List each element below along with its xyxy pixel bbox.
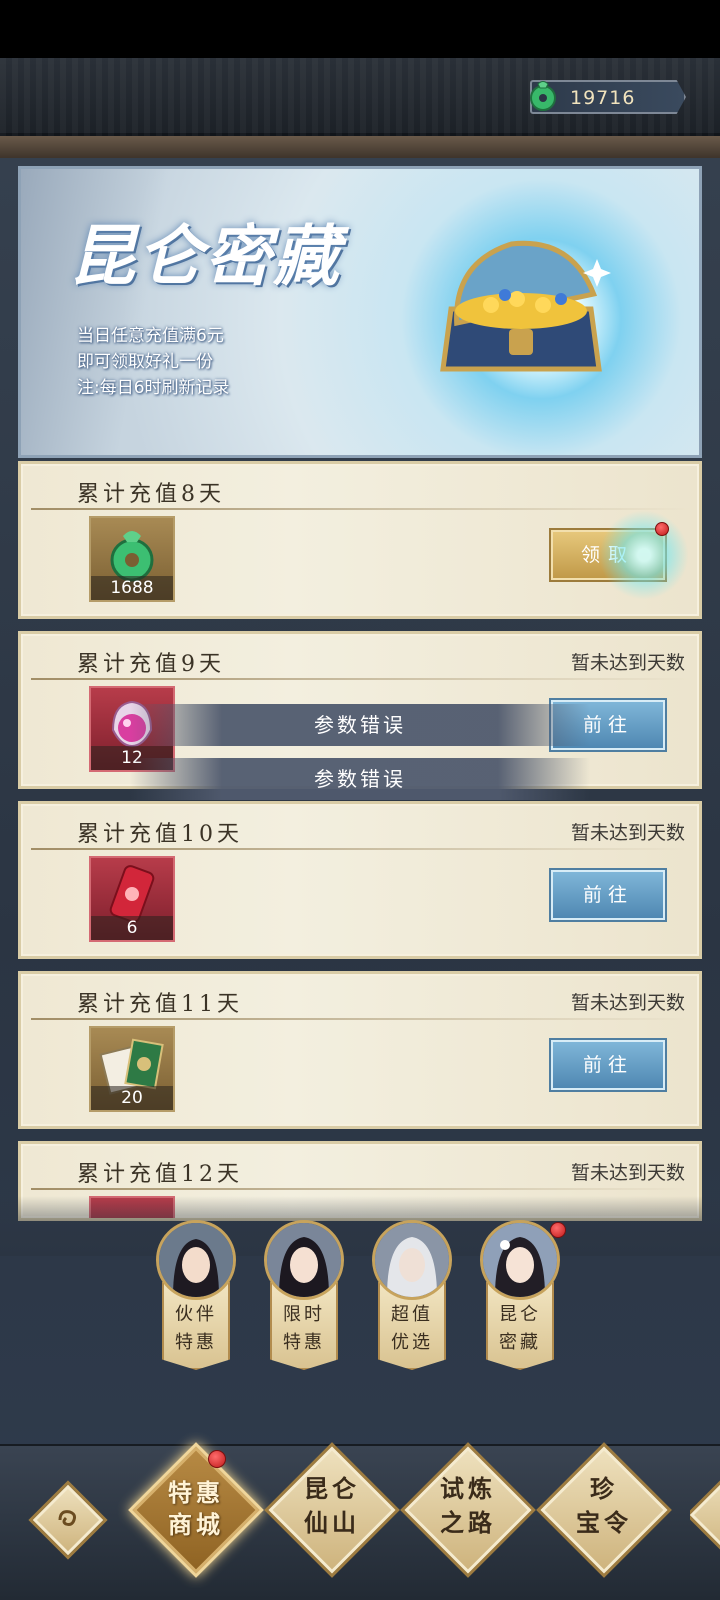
shortcut-limited-deal[interactable]: 限时 特惠 — [262, 1218, 346, 1378]
reward-card-day-11: 累计充值11天 暂未达到天数 20 前往 — [18, 971, 702, 1129]
nav-label: 试炼 — [440, 1474, 496, 1503]
nav-label: 特惠 — [168, 1478, 224, 1507]
card-status: 暂未达到天数 — [570, 822, 685, 844]
wood-beam — [0, 136, 720, 158]
banner-line-1: 当日任意充值满6元 — [77, 326, 224, 346]
nav-label: 宝令 — [576, 1508, 632, 1537]
nav-label: 商城 — [168, 1510, 224, 1539]
error-toast: 参数错误 — [130, 758, 590, 800]
card-status: 暂未达到天数 — [570, 1162, 685, 1184]
shortcut-value-picks[interactable]: 超值 优选 — [370, 1218, 454, 1378]
nav-label: 昆仑 — [304, 1474, 360, 1503]
shortcut-label: 特惠 — [175, 1332, 217, 1353]
error-toast: 参数错误 — [130, 704, 590, 746]
notification-dot — [550, 1222, 566, 1238]
card-title: 累计充值9天 — [77, 652, 225, 677]
card-status: 暂未达到天数 — [570, 992, 685, 1014]
avatar — [264, 1220, 344, 1300]
reward-count: 20 — [91, 1086, 173, 1110]
shortcut-label: 优选 — [391, 1332, 433, 1353]
reward-item[interactable]: 6 — [89, 856, 175, 942]
shortcut-label: 限时 — [283, 1304, 325, 1325]
reward-item[interactable]: 20 — [89, 1026, 175, 1112]
shortcut-label: 密藏 — [499, 1332, 541, 1353]
avatar — [372, 1220, 452, 1300]
shortcut-label: 昆仑 — [499, 1304, 541, 1325]
banner-line-2: 即可领取好礼一份 — [77, 352, 213, 372]
card-title: 累计充值12天 — [77, 1162, 243, 1187]
treasure-chest-icon — [440, 240, 611, 372]
reward-count: 1688 — [91, 576, 173, 600]
card-title: 累计充值10天 — [77, 822, 243, 847]
goto-button[interactable]: 前往 — [551, 1040, 665, 1090]
claim-glow-effect — [599, 510, 689, 600]
home-icon — [58, 1510, 76, 1526]
shortcut-label: 超值 — [391, 1304, 433, 1325]
nav-more-clip — [690, 1480, 720, 1560]
reward-count: 6 — [91, 916, 173, 940]
shortcut-label: 特惠 — [283, 1332, 325, 1353]
reward-item[interactable]: 1688 — [89, 516, 175, 602]
nav-label: 之路 — [440, 1508, 496, 1537]
notification-dot — [208, 1450, 226, 1468]
goto-button[interactable]: 前往 — [551, 870, 665, 920]
status-bar — [0, 0, 720, 58]
event-banner: 昆仑密藏 当日任意充值满6元 即可领取好礼一份 注:每日6时刷新记录 — [18, 166, 702, 458]
card-title: 累计充值11天 — [77, 992, 243, 1017]
banner-line-3: 注:每日6时刷新记录 — [77, 378, 230, 398]
notification-dot — [655, 522, 669, 536]
card-status: 暂未达到天数 — [570, 652, 685, 674]
reward-card-day-8: 累计充值8天 1688 领取 — [18, 461, 702, 619]
event-shortcuts: 伙伴 特惠 限时 特惠 超值 优选 昆仑 密藏 — [0, 1218, 720, 1388]
banner-title: 昆仑密藏 — [69, 217, 341, 295]
jade-icon — [530, 81, 556, 111]
reward-card-day-10: 累计充值10天 暂未达到天数 6 前往 — [18, 801, 702, 959]
nav-label: 仙山 — [304, 1508, 360, 1537]
card-title: 累计充值8天 — [77, 482, 225, 507]
shortcut-kunlun-treasure[interactable]: 昆仑 密藏 — [478, 1218, 562, 1378]
shortcut-label: 伙伴 — [175, 1304, 217, 1325]
avatar — [156, 1220, 236, 1300]
currency-value: 19716 — [570, 87, 636, 109]
avatar — [480, 1220, 560, 1300]
shortcut-partner-deal[interactable]: 伙伴 特惠 — [154, 1218, 238, 1378]
nav-label: 珍 — [590, 1474, 618, 1503]
nav-more[interactable] — [690, 1480, 720, 1560]
